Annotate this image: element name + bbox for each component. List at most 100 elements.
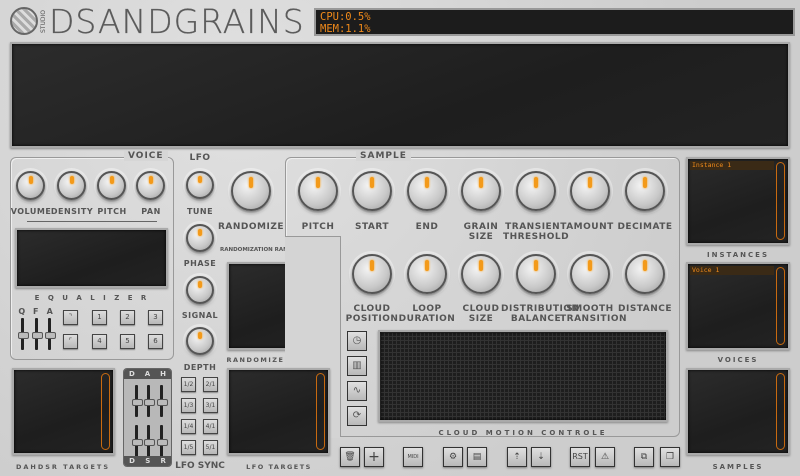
delay-slider[interactable] <box>132 385 143 417</box>
scrollbar[interactable] <box>316 373 325 450</box>
settings-button[interactable]: ⚙ <box>443 447 463 467</box>
randomize-label: RANDOMIZE <box>217 222 285 232</box>
grain-size-knob[interactable] <box>461 171 501 211</box>
samples-list[interactable] <box>686 368 790 455</box>
decay-slider[interactable] <box>132 425 143 457</box>
end-label: END <box>415 222 439 232</box>
eq-f-slider[interactable] <box>32 318 43 350</box>
voice-item[interactable]: Voice 1 <box>690 266 774 275</box>
pan-knob[interactable] <box>136 171 165 200</box>
delete-button[interactable]: 🗑 <box>340 447 360 467</box>
transient-threshold-knob[interactable] <box>516 171 556 211</box>
decimate-knob[interactable] <box>625 171 665 211</box>
scrollbar[interactable] <box>101 373 110 450</box>
loop-button[interactable]: ⟳ <box>347 406 367 426</box>
scrollbar[interactable] <box>776 373 785 450</box>
copy-icon: ❐ <box>665 452 675 462</box>
eq-band-6-button[interactable]: 6 <box>148 334 163 349</box>
distance-knob[interactable] <box>625 254 665 294</box>
randomize-knob[interactable] <box>231 171 271 211</box>
amount-knob[interactable] <box>570 171 610 211</box>
duplicate-button[interactable]: ❐ <box>660 447 680 467</box>
logo-studio: STUDIO <box>40 9 47 33</box>
eq-band-2-button[interactable]: 2 <box>120 310 135 325</box>
eq-band-3-button[interactable]: 3 <box>148 310 163 325</box>
instance-item[interactable]: Instance 1 <box>690 161 774 170</box>
voices-list[interactable]: Voice 1 <box>686 262 790 350</box>
distribution-balance-knob[interactable] <box>516 254 556 294</box>
lowpass-button[interactable]: ⌝ <box>63 310 78 325</box>
midi-button[interactable]: MIDI <box>403 447 423 467</box>
scrollbar[interactable] <box>776 267 785 345</box>
scrollbar[interactable] <box>776 162 785 240</box>
sample-title: SAMPLE <box>356 151 411 161</box>
instances-list[interactable]: Instance 1 <box>686 157 790 245</box>
clock-button[interactable]: ◷ <box>347 331 367 351</box>
mem-readout: MEM:1.1% <box>320 23 371 35</box>
attack-label: A <box>144 370 151 378</box>
hold-slider[interactable] <box>157 385 168 417</box>
sync-1-5-button[interactable]: 1/5 <box>181 440 196 455</box>
decimate-label: DECIMATE <box>617 222 673 232</box>
smooth-transition-knob[interactable] <box>570 254 610 294</box>
waveform-display[interactable] <box>10 42 790 148</box>
eq-q-label: Q <box>18 307 26 316</box>
loop-duration-knob[interactable] <box>407 254 447 294</box>
sync-2-1-button[interactable]: 2/1 <box>203 377 218 392</box>
voice-pitch-knob[interactable] <box>97 171 126 200</box>
eq-band-5-button[interactable]: 5 <box>120 334 135 349</box>
lfo-targets-label: LFO TARGETS <box>246 463 312 471</box>
instances-label: INSTANCES <box>707 251 769 259</box>
add-instance-button[interactable]: ⧉ <box>634 447 654 467</box>
start-knob[interactable] <box>352 171 392 211</box>
notes-button[interactable]: ▤ <box>467 447 487 467</box>
dahdsr-targets-label: DAHDSR TARGETS <box>15 463 111 471</box>
sync-1-3-button[interactable]: 1/3 <box>181 398 196 413</box>
cloud-size-knob[interactable] <box>461 254 501 294</box>
depth-knob[interactable] <box>186 327 214 355</box>
add-button[interactable]: + <box>364 447 384 467</box>
export-button[interactable]: ⇡ <box>507 447 527 467</box>
lfo-title: LFO <box>189 153 211 163</box>
eq-a-slider[interactable] <box>45 318 56 350</box>
divider <box>27 221 157 222</box>
sync-1-4-button[interactable]: 1/4 <box>181 419 196 434</box>
sync-3-1-button[interactable]: 3/1 <box>203 398 218 413</box>
sine-button[interactable]: ∿ <box>347 381 367 401</box>
density-knob[interactable] <box>57 171 86 200</box>
sine-wave-icon: ∿ <box>352 385 362 396</box>
decay-label: D <box>129 457 135 465</box>
tune-knob[interactable] <box>186 171 214 199</box>
cloud-position-knob[interactable] <box>352 254 392 294</box>
release-slider[interactable] <box>157 425 168 457</box>
download-icon: ⇣ <box>537 452 545 462</box>
grain-size-label: GRAIN SIZE <box>463 222 499 242</box>
dahdsr-targets-list[interactable] <box>12 368 115 455</box>
eq-band-4-button[interactable]: 4 <box>92 334 107 349</box>
import-button[interactable]: ⇣ <box>531 447 551 467</box>
sync-1-2-button[interactable]: 1/2 <box>181 377 196 392</box>
volume-knob[interactable] <box>16 171 45 200</box>
reset-button[interactable]: RST <box>570 447 590 467</box>
sync-5-1-button[interactable]: 5/1 <box>203 440 218 455</box>
sustain-slider[interactable] <box>144 425 155 457</box>
sync-4-1-button[interactable]: 4/1 <box>203 419 218 434</box>
equalizer-display[interactable] <box>15 228 168 288</box>
sample-pitch-knob[interactable] <box>298 171 338 211</box>
highpass-button[interactable]: ⌜ <box>63 334 78 349</box>
eq-band-1-button[interactable]: 1 <box>92 310 107 325</box>
phase-knob[interactable] <box>186 224 214 252</box>
spectrum-button[interactable]: ▥ <box>347 356 367 376</box>
trash-icon: 🗑 <box>344 452 356 462</box>
eq-q-slider[interactable] <box>18 318 29 350</box>
pitch-label: PITCH <box>301 222 335 232</box>
depth-label: DEPTH <box>183 363 217 372</box>
end-knob[interactable] <box>407 171 447 211</box>
voices-label: VOICES <box>717 356 759 364</box>
cloud-motion-pad[interactable] <box>378 330 668 422</box>
lfo-targets-list[interactable] <box>227 368 330 455</box>
clipboard-icon: ▤ <box>472 452 482 462</box>
panic-button[interactable]: ⚠ <box>595 447 615 467</box>
attack-slider[interactable] <box>144 385 155 417</box>
signal-knob[interactable] <box>186 276 214 304</box>
